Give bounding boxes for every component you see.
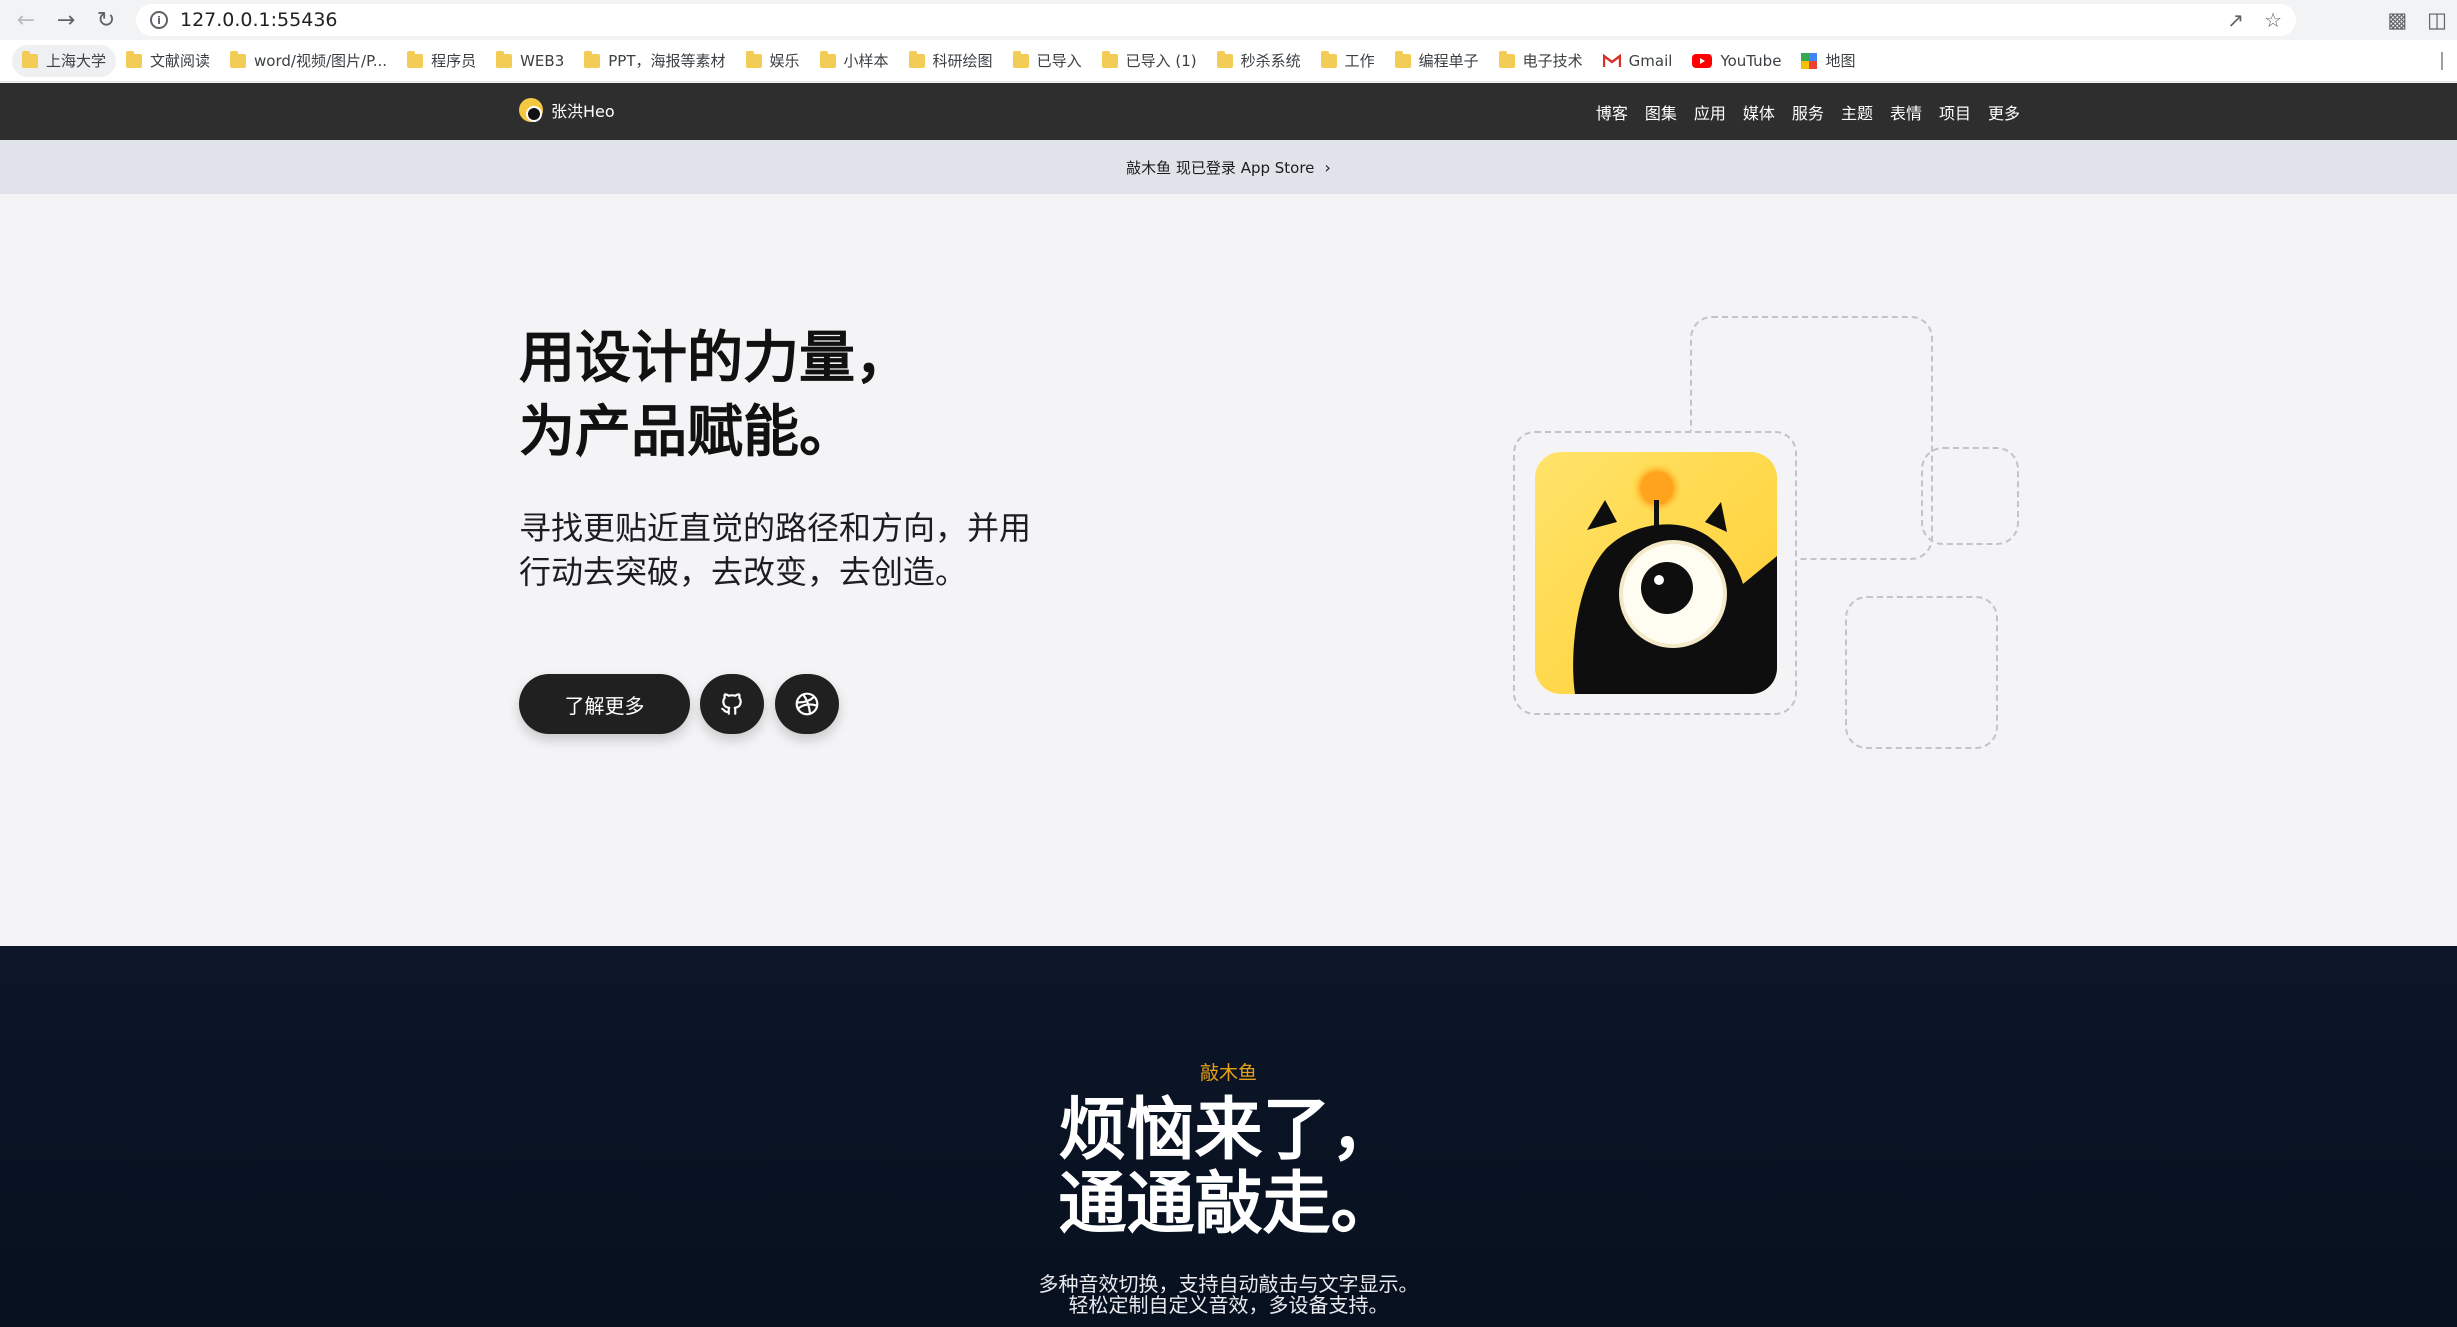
nav-link[interactable]: 媒体 [1743, 100, 1775, 124]
nav-link[interactable]: 表情 [1890, 100, 1922, 124]
folder-icon [745, 50, 762, 68]
bookmark-item[interactable]: 小样本 [810, 45, 899, 77]
brand-logo-icon [519, 98, 543, 122]
site-info-icon[interactable]: i [150, 11, 168, 29]
share-icon[interactable]: ↗ [2227, 8, 2244, 32]
folder-icon [819, 50, 836, 68]
feature-description: 多种音效切换，支持自动敲击与文字显示。 轻松定制自定义音效，多设备支持。 [0, 1274, 2457, 1316]
folder-icon [407, 50, 424, 68]
hero-subtitle-line: 行动去突破，去改变，去创造。 [519, 553, 968, 591]
bookmark-gmail[interactable]: Gmail [1593, 45, 1683, 77]
decorative-frame [1845, 596, 1998, 749]
side-panel-icon[interactable]: ◫ [2427, 8, 2447, 32]
bookmark-item[interactable]: 已导入 [1003, 45, 1092, 77]
nav-link[interactable]: 图集 [1645, 100, 1677, 124]
brand-name: 张洪Heo [551, 102, 615, 121]
folder-icon [1320, 50, 1337, 68]
dribbble-button[interactable] [775, 674, 839, 734]
bookmark-maps[interactable]: 地图 [1791, 45, 1865, 77]
address-bar[interactable]: i 127.0.0.1:55436 ↗ ☆ [136, 4, 2296, 36]
bookmark-item[interactable]: 娱乐 [736, 45, 810, 77]
folder-icon [230, 50, 247, 68]
folder-icon [584, 50, 601, 68]
feature-title-line: 通通敲走。 [1058, 1165, 1399, 1244]
site-brand[interactable]: 张洪Heo [519, 98, 615, 122]
bookmark-item[interactable]: 程序员 [397, 45, 486, 77]
folder-icon [1394, 50, 1411, 68]
hero-section: 用设计的力量， 为产品赋能。 寻找更贴近直觉的路径和方向，并用 行动去突破，去改… [0, 194, 2457, 946]
folder-icon [1101, 50, 1118, 68]
site-nav-links: 博客 图集 应用 媒体 服务 主题 表情 项目 更多 [1596, 83, 2020, 140]
hero-title-line: 用设计的力量， [519, 326, 911, 391]
announcement-banner[interactable]: 敲木鱼 现已登录 App Store › [0, 140, 2457, 194]
nav-link[interactable]: 服务 [1792, 100, 1824, 124]
bookmark-item[interactable]: 秒杀系统 [1207, 45, 1311, 77]
folder-icon [1012, 50, 1029, 68]
decorative-frame [1921, 447, 2019, 545]
nav-link[interactable]: 更多 [1988, 100, 2020, 124]
site-navbar: 张洪Heo 博客 图集 应用 媒体 服务 主题 表情 项目 更多 [0, 83, 2457, 140]
bookmark-item[interactable]: 已导入 (1) [1092, 45, 1207, 77]
folder-icon [22, 50, 38, 68]
learn-more-button[interactable]: 了解更多 [519, 674, 690, 734]
muyu-app-icon [1535, 452, 1777, 694]
back-button[interactable]: ← [8, 2, 44, 38]
bookmark-item[interactable]: 上海大学 [12, 44, 117, 77]
bookmarks-overflow-icon[interactable] [2441, 40, 2447, 82]
github-button[interactable] [700, 674, 764, 734]
bookmark-item[interactable]: WEB3 [486, 45, 574, 77]
feature-section: 敲木鱼 烦恼来了， 通通敲走。 多种音效切换，支持自动敲击与文字显示。 轻松定制… [0, 946, 2457, 1327]
maps-icon [1801, 52, 1818, 69]
nav-link[interactable]: 项目 [1939, 100, 1971, 124]
bookmark-item[interactable]: PPT，海报等素材 [574, 45, 735, 77]
muyu-character-icon [1573, 462, 1777, 694]
folder-icon [126, 50, 143, 68]
folder-icon [1498, 50, 1515, 68]
nav-link[interactable]: 博客 [1596, 100, 1628, 124]
hero-subtitle: 寻找更贴近直觉的路径和方向，并用 行动去突破，去改变，去创造。 [519, 506, 1079, 594]
folder-icon [1216, 50, 1233, 68]
bookmark-youtube[interactable]: YouTube [1682, 45, 1791, 77]
bookmark-item[interactable]: 工作 [1311, 45, 1385, 77]
banner-text: 敲木鱼 现已登录 App Store [1126, 158, 1315, 177]
youtube-icon [1692, 53, 1713, 68]
hero-subtitle-line: 寻找更贴近直觉的路径和方向，并用 [519, 509, 1032, 547]
bookmark-item[interactable]: 电子技术 [1489, 45, 1593, 77]
bookmark-item[interactable]: 科研绘图 [899, 45, 1003, 77]
folder-icon [496, 50, 513, 68]
bookmarks-bar: 上海大学 文献阅读 word/视频/图片/P... 程序员 WEB3 PPT，海… [0, 40, 2457, 82]
hero-title-line: 为产品赋能。 [519, 400, 855, 465]
nav-link[interactable]: 应用 [1694, 100, 1726, 124]
folder-icon [908, 50, 925, 68]
bookmark-item[interactable]: 文献阅读 [116, 45, 220, 77]
hero-title: 用设计的力量， 为产品赋能。 [519, 322, 1139, 470]
nav-link[interactable]: 主题 [1841, 100, 1873, 124]
dribbble-icon [795, 692, 819, 716]
browser-toolbar: ← → ↻ i 127.0.0.1:55436 ↗ ☆ ▩ ◫ [0, 0, 2457, 40]
bookmark-item[interactable]: 编程单子 [1385, 45, 1489, 77]
feature-title: 烦恼来了， 通通敲走。 [0, 1094, 2457, 1242]
chevron-right-icon: › [1324, 157, 1331, 177]
forward-button[interactable]: → [48, 2, 84, 38]
github-icon [721, 693, 742, 715]
feature-title-line: 烦恼来了， [1058, 1091, 1399, 1170]
feature-kicker: 敲木鱼 [1199, 1062, 1257, 1084]
extensions-icon[interactable]: ▩ [2387, 8, 2407, 32]
feature-description-line: 多种音效切换，支持自动敲击与文字显示。 [1038, 1272, 1419, 1296]
url-text: 127.0.0.1:55436 [180, 9, 338, 31]
gmail-icon [1602, 53, 1621, 67]
bookmark-item[interactable]: word/视频/图片/P... [220, 45, 397, 77]
bookmark-star-icon[interactable]: ☆ [2264, 8, 2282, 32]
reload-button[interactable]: ↻ [88, 2, 124, 38]
feature-description-line: 轻松定制自定义音效，多设备支持。 [1068, 1293, 1389, 1317]
